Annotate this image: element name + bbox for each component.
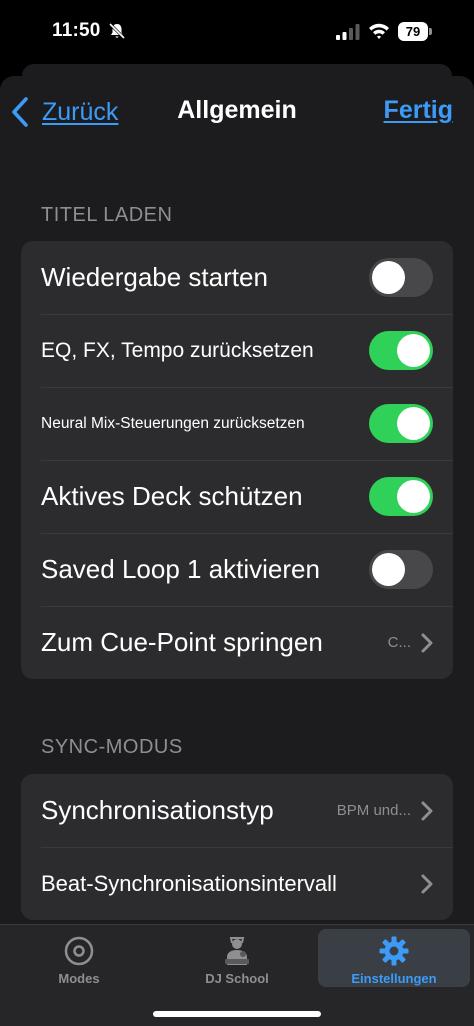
settings-row-reset-eq-fx-tempo: EQ, FX, Tempo zurücksetzen bbox=[21, 314, 453, 387]
battery-cap bbox=[429, 28, 432, 35]
toggle-knob bbox=[397, 480, 430, 513]
row-label: Aktives Deck schützen bbox=[41, 481, 303, 511]
battery-indicator: 79 bbox=[398, 22, 432, 41]
row-value: C... bbox=[387, 634, 411, 651]
dj-school-icon bbox=[225, 937, 249, 965]
settings-group-load-track: Wiedergabe starten EQ, FX, Tempo zurücks… bbox=[21, 241, 453, 679]
tab-modes[interactable]: Modes bbox=[0, 925, 158, 989]
row-label: Synchronisationstyp bbox=[41, 795, 274, 825]
settings-row-saved-loop: Saved Loop 1 aktivieren bbox=[21, 533, 453, 606]
tab-settings[interactable]: Einstellungen bbox=[318, 929, 470, 987]
tab-bar: Modes DJ School Einstellungen bbox=[0, 924, 474, 1026]
toggle-knob bbox=[372, 261, 405, 294]
settings-row-start-playback: Wiedergabe starten bbox=[21, 241, 453, 314]
settings-row-sync-type[interactable]: Synchronisationstyp BPM und... bbox=[21, 774, 453, 847]
settings-row-beat-sync-interval[interactable]: Beat-Synchronisationsintervall bbox=[21, 847, 453, 920]
saved-loop-toggle[interactable] bbox=[369, 550, 433, 589]
cellular-signal-icon bbox=[336, 24, 360, 40]
settings-group-sync: Synchronisationstyp BPM und... Beat-Sync… bbox=[21, 774, 453, 920]
chevron-right-icon bbox=[421, 633, 433, 652]
settings-row-protect-active-deck: Aktives Deck schützen bbox=[21, 460, 453, 533]
bell-slash-icon bbox=[108, 22, 126, 40]
tab-label: DJ School bbox=[205, 971, 269, 986]
disc-icon bbox=[64, 936, 94, 966]
done-button[interactable]: Fertig bbox=[384, 96, 453, 125]
row-label: Zum Cue-Point springen bbox=[41, 627, 323, 657]
protect-active-deck-toggle[interactable] bbox=[369, 477, 433, 516]
row-label: EQ, FX, Tempo zurücksetzen bbox=[41, 338, 314, 362]
status-bar: 11:50 79 bbox=[0, 0, 474, 64]
chevron-right-icon bbox=[421, 874, 433, 893]
settings-row-reset-neural-mix: Neural Mix-Steuerungen zurücksetzen bbox=[21, 387, 453, 460]
toggle-knob bbox=[397, 334, 430, 367]
reset-eq-fx-tempo-toggle[interactable] bbox=[369, 331, 433, 370]
tab-label: Einstellungen bbox=[351, 971, 437, 986]
tab-dj-school[interactable]: DJ School bbox=[158, 925, 316, 989]
battery-level: 79 bbox=[398, 22, 428, 41]
settings-row-jump-to-cue[interactable]: Zum Cue-Point springen C... bbox=[21, 606, 453, 679]
section-header-sync: SYNC-MODUS bbox=[41, 736, 183, 758]
row-label: Saved Loop 1 aktivieren bbox=[41, 554, 320, 584]
tab-label: Modes bbox=[58, 971, 100, 986]
gear-icon bbox=[379, 936, 409, 966]
row-value: BPM und... bbox=[336, 802, 411, 819]
toggle-knob bbox=[397, 407, 430, 440]
settings-sheet: Zurück Allgemein Fertig TITEL LADEN Wied… bbox=[0, 76, 474, 1026]
section-header-load-track: TITEL LADEN bbox=[41, 204, 173, 226]
wifi-icon bbox=[369, 23, 389, 39]
toggle-knob bbox=[372, 553, 405, 586]
start-playback-toggle[interactable] bbox=[369, 258, 433, 297]
row-label: Wiedergabe starten bbox=[41, 262, 268, 292]
row-label: Beat-Synchronisationsintervall bbox=[41, 870, 337, 896]
chevron-right-icon bbox=[421, 801, 433, 820]
reset-neural-mix-toggle[interactable] bbox=[369, 404, 433, 443]
status-time: 11:50 bbox=[52, 20, 101, 41]
home-indicator[interactable] bbox=[153, 1011, 321, 1017]
row-label: Neural Mix-Steuerungen zurücksetzen bbox=[41, 414, 305, 432]
